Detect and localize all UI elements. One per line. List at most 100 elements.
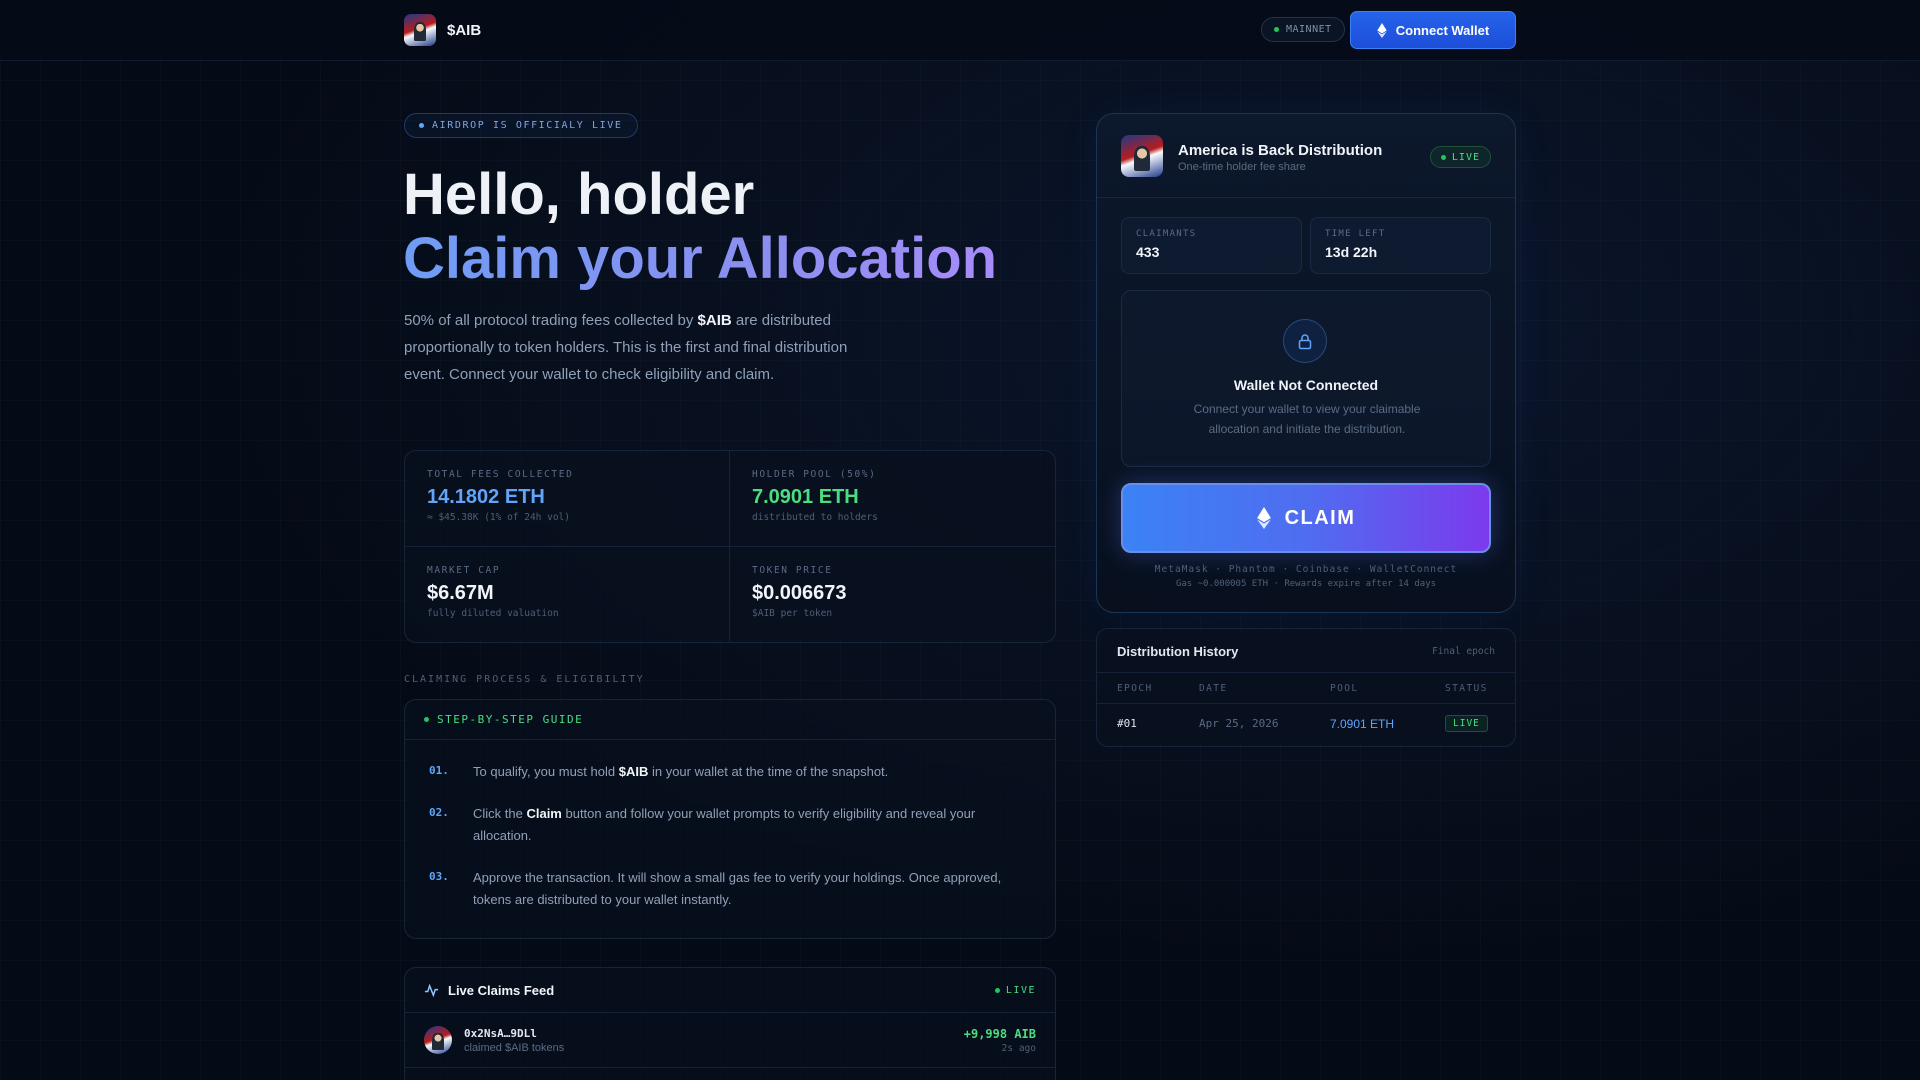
history-title: Distribution History [1117,644,1239,659]
stat-label: TOKEN PRICE [752,564,833,576]
feed-title: Live Claims Feed [448,982,555,998]
time-left-value: 13d 22h [1325,244,1378,260]
distribution-logo [1121,135,1163,177]
hero-title: Hello, holder [403,162,755,227]
stat-total-fees: TOTAL FEES COLLECTED 14.1802 ETH ≈ $45.3… [405,451,730,547]
guide-header: STEP-BY-STEP GUIDE [405,700,1055,740]
column-header: DATE [1199,683,1228,694]
step-text-bold: Claim [526,806,562,821]
status-badge: LIVE [1445,715,1488,732]
time-left-label: TIME LEFT [1325,229,1386,239]
status-dot-icon [994,987,1000,993]
lock-icon [1283,319,1327,363]
card-title: America is Back Distribution [1178,142,1383,159]
step-text-part: in your wallet at the time of the snapsh… [648,764,889,779]
time-left-box: TIME LEFT 13d 22h [1310,217,1491,274]
step-text-part: Approve the transaction. It will show a … [473,870,1002,907]
claimants-value: 433 [1136,244,1160,260]
step-number: 02. [429,806,449,819]
claim-time: 2s ago [1001,1042,1036,1054]
feed-row-info: 0x2NsA…9DLl claimed $AIB tokens [464,1027,564,1054]
card-header: America is Back Distribution One-time ho… [1097,114,1515,198]
column-header: EPOCH [1117,683,1153,694]
table-row: #01 Apr 25, 2026 7.0901 ETH LIVE [1097,704,1515,746]
stat-label: HOLDER POOL (50%) [752,469,877,480]
section-label: CLAIMING PROCESS & ELIGIBILITY [404,674,645,685]
live-badge-label: LIVE [1451,151,1480,163]
brand[interactable]: $AIB [404,14,481,46]
epoch-cell: #01 [1117,717,1137,730]
date-cell: Apr 25, 2026 [1199,717,1279,730]
stat-label: TOTAL FEES COLLECTED [427,469,574,480]
stat-holder-pool: HOLDER POOL (50%) 7.0901 ETH distributed… [730,451,1055,547]
history-note: Final epoch [1432,646,1495,657]
claimer-address: 0x2NsA…9DLl [464,1026,537,1040]
claimants-label: CLAIMANTS [1136,229,1197,239]
connect-wallet-button[interactable]: Connect Wallet [1350,11,1516,49]
stat-market-cap: MARKET CAP $6.67M fully diluted valuatio… [405,546,730,642]
claim-description: claimed $AIB tokens [464,1041,565,1054]
status-dot-icon [1440,154,1446,160]
guide-header-label: STEP-BY-STEP GUIDE [437,713,584,726]
stats-grid: TOTAL FEES COLLECTED 14.1802 ETH ≈ $45.3… [404,450,1056,643]
step-number: 01. [429,764,449,777]
live-badge: LIVE [1429,146,1491,168]
status-dot-icon [1274,27,1279,32]
distribution-card: America is Back Distribution One-time ho… [1096,113,1516,613]
lead-token: $AIB [697,312,732,329]
connect-wallet-label: Connect Wallet [1395,22,1490,38]
stat-value: $6.67M [427,581,494,604]
stat-value: 14.1802 ETH [427,486,545,508]
network-label: MAINNET [1286,24,1332,35]
stat-sub: fully diluted valuation [427,607,559,619]
column-header: STATUS [1445,683,1488,694]
claim-label: CLAIM [1284,506,1356,529]
status-dot-icon [419,123,424,128]
ethereum-icon [1377,22,1387,38]
wallet-providers: MetaMask · Phantom · Coinbase · WalletCo… [1154,564,1458,575]
feed-row: 0x2NsA…9DLl claimed $AIB tokens +9,998 A… [405,1013,1055,1068]
history-header: Distribution History Final epoch [1097,629,1515,673]
step-text: Click the Claim button and follow your w… [473,803,1013,847]
stat-value: $0.006673 [752,581,847,604]
step-guide: STEP-BY-STEP GUIDE 01. To qualify, you m… [404,699,1056,939]
live-pill: AIRDROP IS OFFICIALY LIVE [404,113,638,138]
stat-value: 7.0901 ETH [752,486,859,508]
card-subtitle: One-time holder fee share [1178,161,1306,173]
wallet-status-title: Wallet Not Connected [1233,377,1379,393]
stat-sub: ≈ $45.38K (1% of 24h vol) [427,512,570,523]
feed-row-amount: +9,998 AIB 2s ago [964,1027,1036,1054]
live-pill-label: AIRDROP IS OFFICIALY LIVE [432,120,623,131]
step-text-bold: $AIB [618,764,649,779]
stat-label: MARKET CAP [427,564,501,576]
feed-header: Live Claims Feed LIVE [405,968,1055,1013]
claimer-avatar [424,1026,452,1054]
pool-cell: 7.0901 ETH [1330,717,1395,731]
feed-live-label: LIVE [1005,984,1036,996]
step-text: To qualify, you must hold $AIB in your w… [473,761,1013,783]
step-number: 03. [429,870,449,883]
column-header: POOL [1330,683,1359,694]
ethereum-icon [1256,507,1271,529]
claimants-box: CLAIMANTS 433 [1121,217,1302,274]
claim-button[interactable]: CLAIM [1121,483,1491,553]
stat-sub: $AIB per token [752,607,833,619]
live-claims-feed: Live Claims Feed LIVE 0x2NsA…9DLl claime… [404,967,1056,1080]
hero-description: 50% of all protocol trading fees collect… [404,307,854,388]
brand-logo [404,14,436,46]
distribution-history: Distribution History Final epoch EPOCH D… [1096,628,1516,747]
step-text-part: Click the [473,806,527,821]
step-text-part: To qualify, you must hold [473,764,619,779]
activity-icon [424,983,439,997]
top-nav: $AIB MAINNET Connect Wallet [0,0,1920,61]
wallet-status-description: Connect your wallet to view your claimab… [1193,402,1421,436]
brand-name: $AIB [447,21,482,39]
wallet-status-box: Wallet Not Connected Connect your wallet… [1121,290,1491,467]
feed-live-badge: LIVE [994,984,1036,996]
hero-subtitle: Claim your Allocation [403,226,998,291]
lead-text: 50% of all protocol trading fees collect… [404,312,698,329]
gas-info: Gas ~0.000005 ETH · Rewards expire after… [1175,579,1437,589]
stat-sub: distributed to holders [752,512,878,523]
network-badge: MAINNET [1261,17,1345,42]
claim-amount: +9,998 AIB [963,1026,1036,1041]
